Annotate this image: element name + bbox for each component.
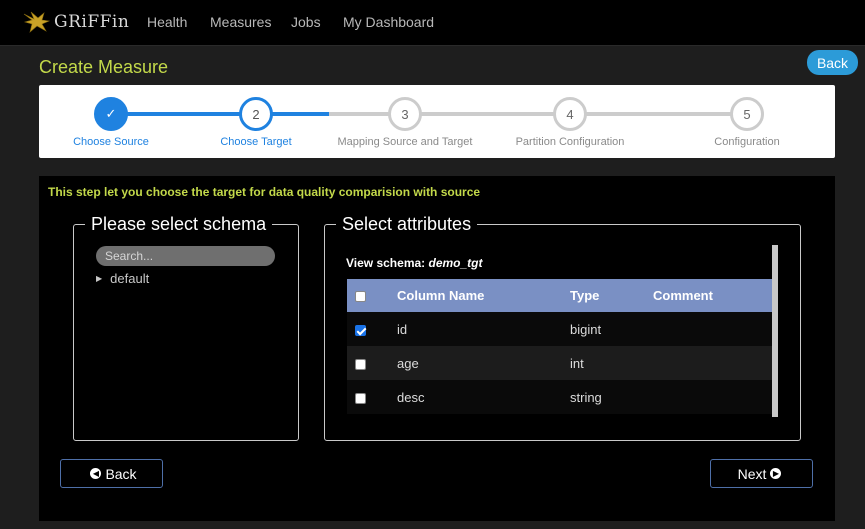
nav-link-measures[interactable]: Measures bbox=[210, 14, 271, 30]
back-button[interactable]: ◀ Back bbox=[60, 459, 163, 488]
row-comment bbox=[653, 312, 772, 346]
arrow-right-circle-icon: ▶ bbox=[770, 468, 782, 479]
step-1-label: Choose Source bbox=[73, 136, 149, 148]
main-panel: This step let you choose the target for … bbox=[39, 176, 835, 521]
select-all-checkbox[interactable] bbox=[355, 291, 366, 303]
step-5-circle[interactable]: 5 bbox=[730, 97, 764, 131]
tree-item-default[interactable]: ▶ default bbox=[96, 271, 149, 286]
stepper-track-complete bbox=[111, 112, 329, 116]
table-header-row: Column Name Type Comment bbox=[347, 279, 772, 312]
row-name: id bbox=[397, 312, 570, 346]
step-3-circle[interactable]: 3 bbox=[388, 97, 422, 131]
row-type: int bbox=[570, 346, 653, 380]
table-scrollbar[interactable] bbox=[772, 245, 778, 417]
step-5-label: Configuration bbox=[714, 136, 780, 148]
table-row[interactable]: age int bbox=[347, 346, 772, 380]
row-checkbox[interactable] bbox=[355, 358, 366, 370]
back-button-top[interactable]: Back bbox=[807, 50, 858, 75]
tree-item-label[interactable]: default bbox=[110, 271, 149, 286]
brand-name: GRiFFin bbox=[54, 12, 130, 32]
row-checkbox[interactable] bbox=[355, 392, 366, 404]
schema-select-legend: Please select schema bbox=[91, 214, 267, 234]
row-checkbox-checked[interactable] bbox=[355, 324, 366, 336]
step-4-label: Partition Configuration bbox=[515, 136, 625, 148]
arrow-left-circle-icon: ◀ bbox=[90, 468, 102, 479]
next-button-label: Next bbox=[737, 465, 767, 482]
nav-link-jobs[interactable]: Jobs bbox=[291, 14, 321, 30]
row-comment bbox=[653, 346, 772, 380]
nav-link-health[interactable]: Health bbox=[147, 14, 187, 30]
brand-logo[interactable]: GRiFFin bbox=[22, 9, 129, 35]
row-checkbox-cell bbox=[347, 380, 397, 414]
step-1-check-icon[interactable]: ✓ bbox=[94, 97, 128, 131]
row-checkbox-cell bbox=[347, 346, 397, 380]
top-navbar: GRiFFin Health Measures Jobs My Dashboar… bbox=[0, 0, 865, 46]
griffin-logo-icon bbox=[23, 11, 51, 33]
attributes-table: Column Name Type Comment id bigint age i… bbox=[347, 279, 772, 414]
caret-right-icon[interactable]: ▶ bbox=[96, 274, 102, 283]
step-4-circle[interactable]: 4 bbox=[553, 97, 587, 131]
table-row[interactable]: id bigint bbox=[347, 312, 772, 346]
row-type: bigint bbox=[570, 312, 653, 346]
step-2-circle[interactable]: 2 bbox=[239, 97, 273, 131]
view-schema-text: View schema: demo_tgt bbox=[346, 256, 483, 270]
row-type: string bbox=[570, 380, 653, 414]
column-header-comment[interactable]: Comment bbox=[653, 279, 772, 312]
schema-search-input[interactable] bbox=[96, 246, 275, 266]
progress-stepper: ✓ 2 3 4 5 Choose Source Choose Target Ma… bbox=[39, 85, 835, 158]
row-name: age bbox=[397, 346, 570, 380]
page-title: Create Measure bbox=[39, 57, 169, 77]
column-header-type[interactable]: Type bbox=[570, 279, 653, 312]
table-row[interactable]: desc string bbox=[347, 380, 772, 414]
next-button[interactable]: Next ▶ bbox=[710, 459, 813, 488]
view-schema-label: View schema: bbox=[346, 256, 426, 270]
step-3-label: Mapping Source and Target bbox=[337, 136, 473, 148]
column-header-name[interactable]: Column Name bbox=[397, 279, 570, 312]
back-button-label: Back bbox=[105, 465, 137, 482]
attributes-legend: Select attributes bbox=[342, 214, 472, 234]
row-name: desc bbox=[397, 380, 570, 414]
row-comment bbox=[653, 380, 772, 414]
step-hint: This step let you choose the target for … bbox=[48, 185, 481, 199]
row-checkbox-cell bbox=[347, 312, 397, 346]
select-all-cell bbox=[347, 279, 397, 312]
view-schema-name: demo_tgt bbox=[428, 256, 483, 270]
nav-link-my-dashboard[interactable]: My Dashboard bbox=[343, 14, 434, 30]
step-2-label: Choose Target bbox=[220, 136, 292, 148]
